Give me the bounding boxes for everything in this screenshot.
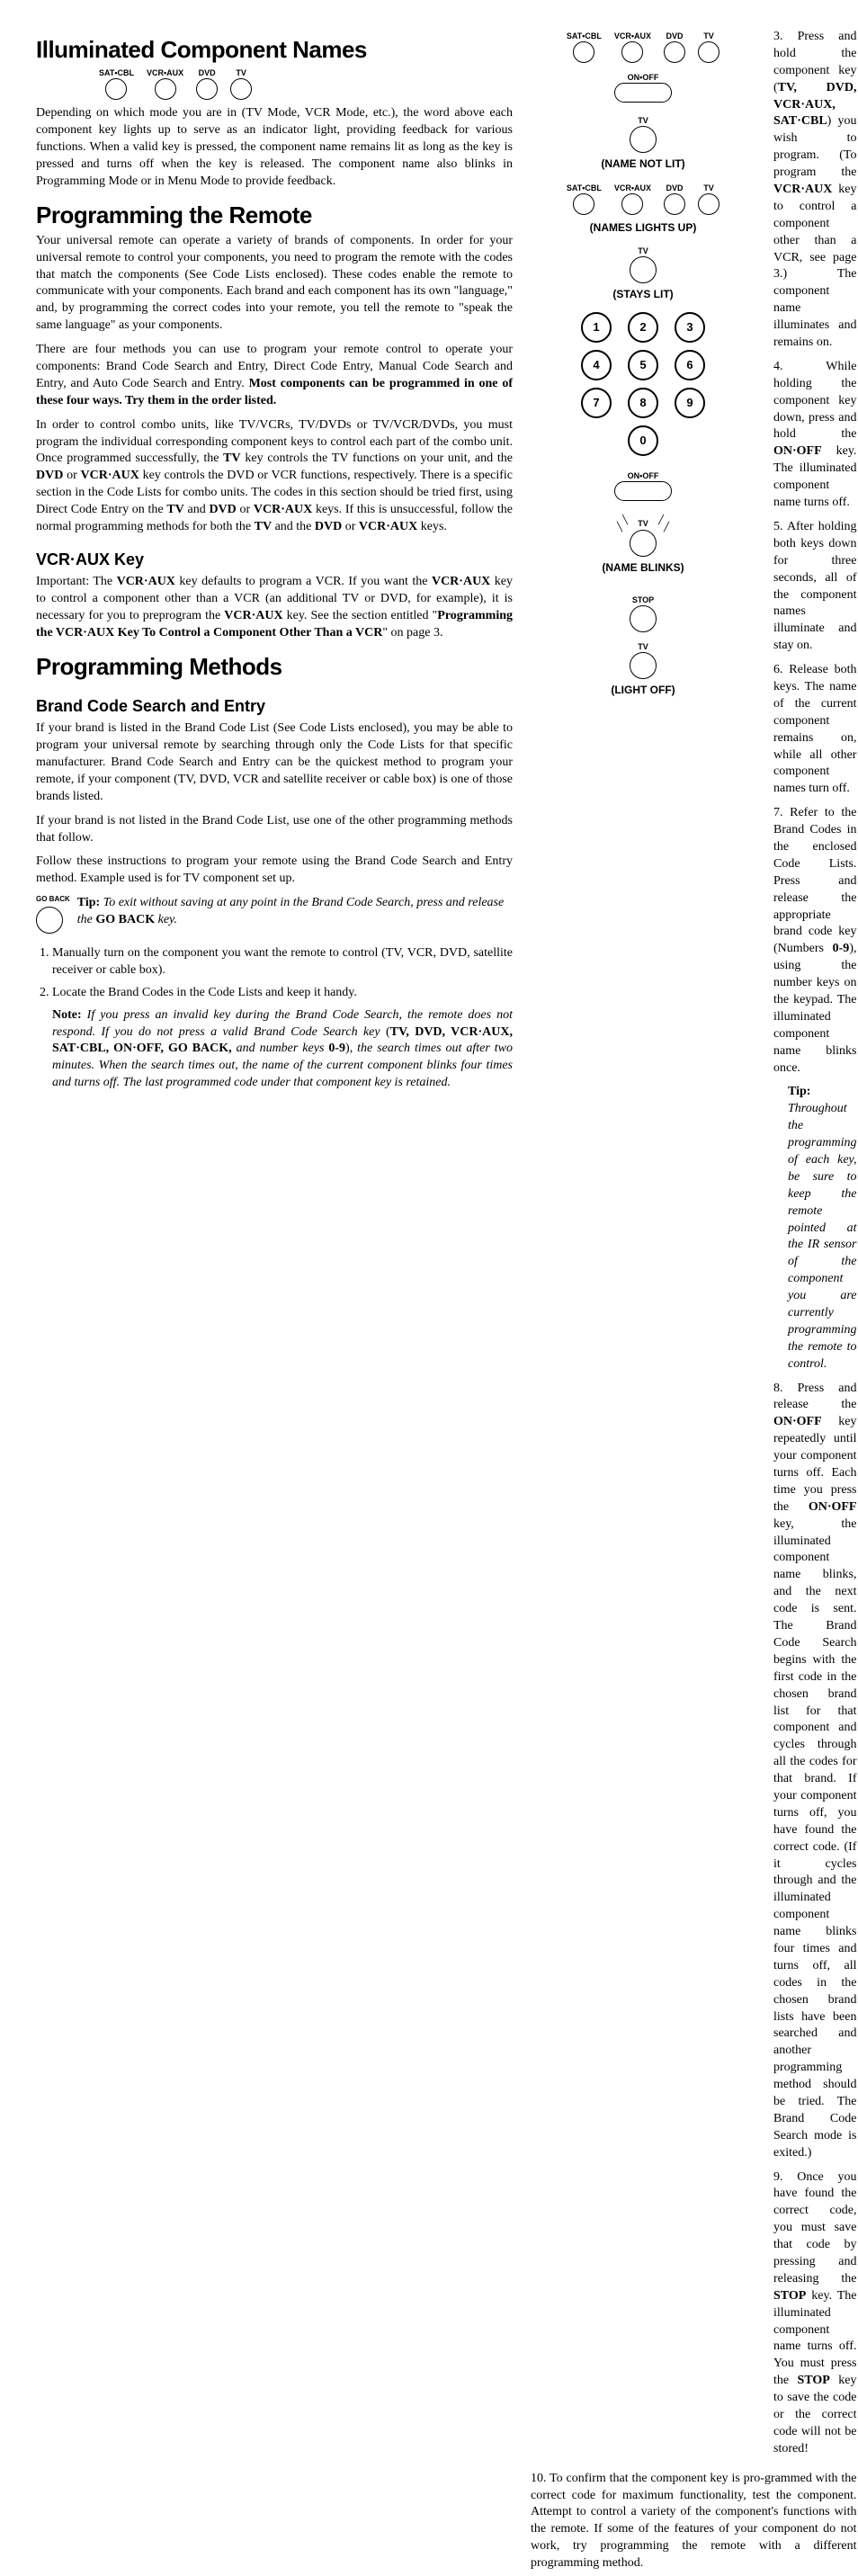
tv-icon: TV — [230, 67, 252, 100]
component-row-diagram: SAT•CBL VCR•AUX DVD TV — [531, 31, 755, 63]
number-key-3: 3 — [675, 312, 705, 343]
number-row-2: 4 5 6 — [531, 350, 755, 380]
prog-remote-p1: Your universal remote can operate a vari… — [36, 233, 513, 335]
tv-circle-icon — [630, 126, 657, 153]
step-3: 3. Press and hold the component key (TV,… — [773, 29, 856, 352]
number-key-7: 7 — [581, 388, 612, 418]
brand-code-p3: Follow these instructions to program you… — [36, 854, 513, 888]
caption-name-not-lit: (NAME NOT LIT) — [531, 157, 755, 171]
tv-label: TV — [531, 246, 755, 256]
number-key-6: 6 — [675, 350, 705, 380]
dvd-label: DVD — [199, 67, 216, 78]
step-8: 8. Press and release the ON·OFF key repe… — [773, 1381, 856, 2162]
component-row-diagram-2: SAT•CBL VCR•AUX DVD TV — [531, 183, 755, 215]
sat-cbl-icon: SAT•CBL — [99, 67, 134, 100]
caption-names-lights-up: (NAMES LIGHTS UP) — [531, 220, 755, 235]
prog-remote-p2: There are four methods you can use to pr… — [36, 342, 513, 410]
step-6: 6. Release both keys. The name of the cu… — [773, 662, 856, 798]
heading-brand-code: Brand Code Search and Entry — [36, 695, 513, 717]
note-invalid-key: Note: If you press an invalid key during… — [52, 1007, 513, 1092]
number-row-4: 0 — [531, 425, 755, 456]
number-row-1: 1 2 3 — [531, 312, 755, 343]
step-4: 4. While holding the component key down,… — [773, 359, 856, 512]
sat-cbl-label: SAT•CBL — [99, 67, 134, 78]
brand-code-step-2: Locate the Brand Codes in the Code Lists… — [52, 985, 513, 1002]
tip-go-back: Tip: To exit without saving at any point… — [77, 895, 513, 929]
vcr-aux-icon: VCR•AUX — [614, 31, 651, 63]
number-key-9: 9 — [675, 388, 705, 418]
tip-step-7: Tip: Throughout the programming of each … — [788, 1084, 856, 1373]
tv-label: TV — [236, 67, 246, 78]
tv-label: TV — [531, 641, 755, 652]
tv-label: TV — [531, 115, 755, 126]
number-row-3: 7 8 9 — [531, 388, 755, 418]
caption-stays-lit: (STAYS LIT) — [531, 287, 755, 301]
number-key-4: 4 — [581, 350, 612, 380]
heading-illuminated: Illuminated Component Names — [36, 34, 513, 66]
heading-programming-remote: Programming the Remote — [36, 200, 513, 231]
dvd-icon: DVD — [664, 31, 685, 63]
heading-vcr-aux: VCR·AUX Key — [36, 549, 513, 570]
step-9: 9. Once you have found the correct code,… — [773, 2169, 856, 2458]
onoff-label: ON•OFF — [531, 72, 755, 83]
number-key-8: 8 — [628, 388, 658, 418]
onoff-pill-icon — [614, 481, 672, 501]
stop-label: STOP — [531, 595, 755, 605]
brand-code-step-1: Manually turn on the component you want … — [52, 945, 513, 979]
caption-name-blinks: (NAME BLINKS) — [531, 560, 755, 575]
brand-code-p2: If your brand is not listed in the Brand… — [36, 813, 513, 847]
vcr-aux-label: VCR•AUX — [147, 67, 183, 78]
number-key-2: 2 — [628, 312, 658, 343]
step-5: 5. After holding both keys down for thre… — [773, 519, 856, 655]
number-key-5: 5 — [628, 350, 658, 380]
component-key-row: SAT•CBL VCR•AUX DVD TV — [99, 67, 513, 100]
tv-circle-icon — [630, 652, 657, 679]
vcr-aux-p1: Important: The VCR·AUX key defaults to p… — [36, 574, 513, 642]
vcr-aux-icon: VCR•AUX — [147, 67, 183, 100]
tv-blink-icon: ╲ ╲ ╱ ╱ TV — [630, 518, 657, 556]
onoff-pill-icon — [614, 83, 672, 103]
illuminated-paragraph: Depending on which mode you are in (TV M… — [36, 105, 513, 190]
sat-cbl-icon: SAT•CBL — [567, 31, 602, 63]
tv-circle-icon — [630, 256, 657, 283]
go-back-icon: GO BACK — [36, 895, 70, 934]
tv-icon: TV — [698, 31, 719, 63]
step-10: 10. To confirm that the component key is… — [531, 2471, 856, 2572]
dvd-icon: DVD — [196, 67, 218, 100]
stop-circle-icon — [630, 605, 657, 632]
number-key-0: 0 — [628, 425, 658, 456]
brand-code-steps: Manually turn on the component you want … — [36, 945, 513, 1002]
onoff-label: ON•OFF — [531, 470, 755, 481]
caption-light-off: (LIGHT OFF) — [531, 683, 755, 697]
number-key-1: 1 — [581, 312, 612, 343]
go-back-label: GO BACK — [36, 895, 70, 905]
heading-programming-methods: Programming Methods — [36, 651, 513, 683]
prog-remote-p3: In order to control combo units, like TV… — [36, 417, 513, 536]
step-7: 7. Refer to the Brand Codes in the enclo… — [773, 805, 856, 1077]
brand-code-p1: If your brand is listed in the Brand Cod… — [36, 720, 513, 805]
